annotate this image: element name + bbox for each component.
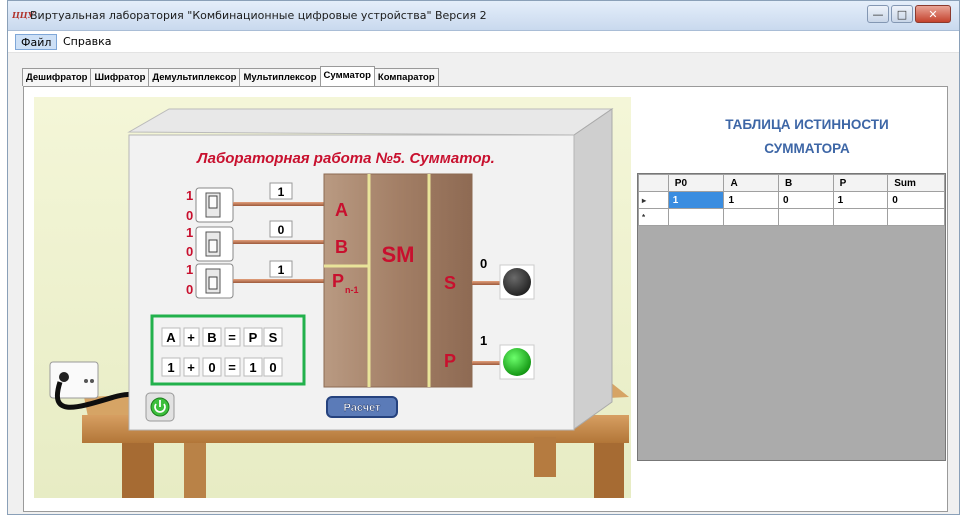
switch-a-off-label: 0 <box>186 208 193 223</box>
output-s-lamp <box>499 264 535 300</box>
switch-b-value: 0 <box>278 223 285 237</box>
menu-file[interactable]: Файл <box>15 34 58 50</box>
switch-b-on-label: 1 <box>186 225 193 240</box>
eq-header-equals: = <box>228 330 236 345</box>
minimize-icon: — <box>872 7 884 21</box>
menu-help[interactable]: Справка <box>58 34 116 50</box>
truth-table: P0 A B P Sum ▸ 1 1 0 1 0 * <box>638 174 945 226</box>
sm-label: SM <box>382 242 415 267</box>
output-s-label: S <box>444 273 456 293</box>
row-selector-icon[interactable]: ▸ <box>638 191 669 209</box>
truth-table-title-line2: СУММАТОРА <box>764 141 850 156</box>
tab-comparator[interactable]: Компаратор <box>373 68 439 86</box>
calculate-button[interactable]: Расчет <box>326 396 398 418</box>
switch-a-on-label: 1 <box>186 188 193 203</box>
table-cell[interactable] <box>887 208 945 226</box>
row-header-corner <box>638 174 669 192</box>
eq-value-p: 1 <box>249 360 256 375</box>
window-title: Виртуальная лаборатория "Комбинационные … <box>30 9 487 22</box>
switch-p-off-label: 0 <box>186 282 193 297</box>
close-icon: ✕ <box>928 7 938 21</box>
lab-scene: Лабораторная работа №5. Сумматор. 1 0 1 … <box>34 97 631 498</box>
column-header-sum[interactable]: Sum <box>887 174 945 192</box>
eq-header-s: S <box>269 330 278 345</box>
input-a-label: A <box>335 200 348 220</box>
tab-demultiplexer[interactable]: Демультиплексор <box>148 68 241 86</box>
column-header-b[interactable]: B <box>778 174 834 192</box>
output-p-value: 1 <box>480 333 487 348</box>
output-p-lamp <box>499 344 535 380</box>
switch-b-off-label: 0 <box>186 244 193 259</box>
output-s-value: 0 <box>480 256 487 271</box>
switch-a-value: 1 <box>278 185 285 199</box>
eq-value-plus: + <box>187 360 195 375</box>
eq-header-p: P <box>249 330 258 345</box>
table-cell[interactable] <box>723 208 780 226</box>
table-cell[interactable] <box>667 208 725 226</box>
switch-p-value: 1 <box>278 263 285 277</box>
table-cell[interactable] <box>778 208 834 226</box>
title-bar[interactable]: ЦЦУ Виртуальная лаборатория "Комбинацион… <box>8 1 959 31</box>
lab-heading: Лабораторная работа №5. Сумматор. <box>196 150 495 167</box>
equation-panel: A + B = P S 1 + 0 = 1 0 <box>150 314 306 386</box>
column-header-p0[interactable]: P0 <box>667 174 725 192</box>
column-header-a[interactable]: A <box>723 174 780 192</box>
table-cell[interactable]: 1 <box>667 191 725 209</box>
maximize-button[interactable]: □ <box>891 5 913 23</box>
truth-table-title: ТАБЛИЦА ИСТИННОСТИ СУММАТОРА <box>662 113 952 161</box>
close-button[interactable]: ✕ <box>915 5 951 23</box>
calculate-button-label: Расчет <box>344 402 382 414</box>
table-row[interactable]: ▸ 1 1 0 1 0 <box>638 191 945 209</box>
table-cell[interactable] <box>832 208 889 226</box>
tab-strip: Дешифратор Шифратор Демультиплексор Муль… <box>22 66 439 86</box>
table-new-row[interactable]: * <box>638 208 945 226</box>
tab-encoder[interactable]: Шифратор <box>90 68 150 86</box>
input-p-label: P <box>332 271 344 291</box>
eq-value-b: 0 <box>208 360 215 375</box>
column-header-p[interactable]: P <box>832 174 889 192</box>
input-b-label: B <box>335 237 348 257</box>
table-cell[interactable]: 1 <box>832 191 889 209</box>
power-button[interactable] <box>145 392 175 422</box>
minimize-button[interactable]: — <box>867 5 889 23</box>
maximize-icon: □ <box>896 7 908 21</box>
eq-header-a: A <box>166 330 176 345</box>
table-cell[interactable]: 1 <box>723 191 780 209</box>
switch-p-on-label: 1 <box>186 262 193 277</box>
app-icon: ЦЦУ <box>12 10 34 20</box>
menu-bar: Файл Справка <box>8 31 959 53</box>
input-p-subscript: n-1 <box>345 285 359 295</box>
tab-adder[interactable]: Сумматор <box>319 66 375 86</box>
table-header-row: P0 A B P Sum <box>638 174 945 192</box>
eq-value-s: 0 <box>269 360 276 375</box>
eq-header-b: B <box>207 330 216 345</box>
eq-value-equals: = <box>228 360 236 375</box>
new-row-marker[interactable]: * <box>638 208 669 226</box>
eq-header-plus: + <box>187 330 195 345</box>
table-cell[interactable]: 0 <box>887 191 945 209</box>
table-cell[interactable]: 0 <box>778 191 834 209</box>
tab-multiplexer[interactable]: Мультиплексор <box>239 68 321 86</box>
tab-decoder[interactable]: Дешифратор <box>22 68 92 86</box>
truth-table-grid[interactable]: P0 A B P Sum ▸ 1 1 0 1 0 * <box>637 173 946 461</box>
truth-table-title-line1: ТАБЛИЦА ИСТИННОСТИ <box>725 117 889 132</box>
output-p-label: P <box>444 351 456 371</box>
eq-value-a: 1 <box>167 360 174 375</box>
